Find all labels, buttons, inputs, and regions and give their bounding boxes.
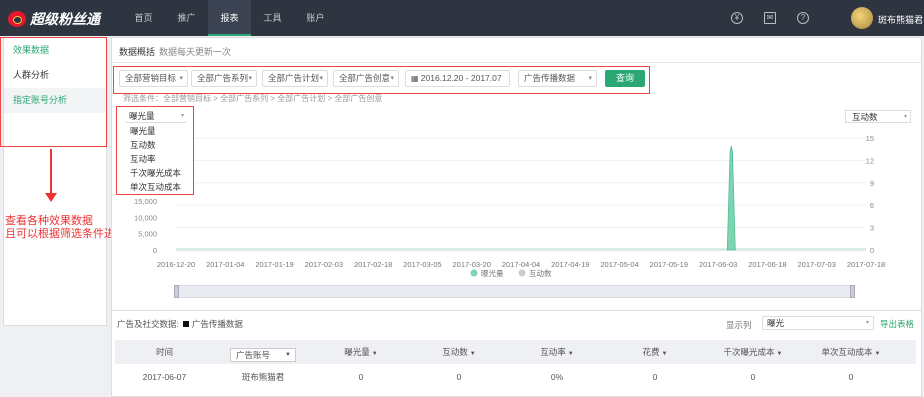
sort-icon: ▼ bbox=[469, 351, 476, 357]
x-tick-label: 2017-07-18 bbox=[847, 260, 885, 269]
y-right-tick-label: 3 bbox=[870, 224, 874, 233]
legend-label: 曝光量 bbox=[481, 268, 504, 278]
slider-handle-left[interactable] bbox=[174, 285, 179, 298]
columns-select[interactable]: 曝光 ▾ bbox=[762, 316, 874, 330]
x-tick-label: 2017-05-04 bbox=[600, 260, 638, 269]
sort-icon: ▼ bbox=[776, 351, 783, 357]
y-left-tick-label: 15,000 bbox=[134, 197, 157, 206]
metric-option-interactions[interactable]: 互动数 bbox=[126, 138, 192, 152]
x-tick-label: 2017-07-03 bbox=[798, 260, 836, 269]
y-right-tick-label: 15 bbox=[866, 134, 874, 143]
cell-cpm: 0 bbox=[750, 372, 756, 382]
col-header-impressions[interactable]: 曝光量 ▼ bbox=[312, 340, 410, 364]
chevron-down-icon: ▾ bbox=[903, 114, 907, 120]
table-label: 广告及社交数据: 广告传播数据 bbox=[117, 319, 243, 329]
export-table-link[interactable]: 导出表格 bbox=[880, 318, 914, 330]
legend-square-icon bbox=[182, 321, 189, 327]
col-header-cpm[interactable]: 千次曝光成本 ▼ bbox=[704, 340, 802, 364]
col-header-cpe[interactable]: 单次互动成本 ▼ bbox=[802, 340, 900, 364]
y-right-tick-label: 12 bbox=[866, 156, 874, 165]
sort-icon: ▼ bbox=[567, 351, 574, 357]
y-left-tick-label: 5,000 bbox=[138, 230, 157, 239]
x-tick-label: 2017-03-20 bbox=[453, 260, 491, 269]
x-tick-label: 2016-12-20 bbox=[157, 260, 195, 269]
x-tick-label: 2017-02-18 bbox=[354, 260, 392, 269]
x-tick-label: 2017-06-18 bbox=[748, 260, 786, 269]
x-tick-label: 2017-06-03 bbox=[699, 260, 737, 269]
chevron-down-icon: ▾ bbox=[865, 320, 869, 326]
metric-option-interaction-rate[interactable]: 互动率 bbox=[126, 152, 192, 166]
y-axis-left: 15,000 10,000 5,000 0 bbox=[134, 197, 157, 255]
slider-handle-right[interactable] bbox=[850, 285, 855, 298]
x-tick-label: 2017-02-03 bbox=[305, 260, 343, 269]
sort-icon: ▼ bbox=[371, 351, 378, 357]
y-axis-right: 15 12 9 6 3 0 bbox=[866, 134, 874, 255]
table-legend: 广告传播数据 bbox=[191, 319, 243, 329]
col-header-account[interactable]: 广告账号 ▼ bbox=[214, 340, 312, 364]
y-right-tick-label: 9 bbox=[870, 179, 874, 188]
cell-cpe: 0 bbox=[848, 372, 854, 382]
col-header-time: 时间 bbox=[155, 347, 173, 357]
y-left-tick-label: 0 bbox=[153, 246, 157, 255]
legend-label: 互动数 bbox=[529, 268, 552, 278]
table-header: 时间 广告账号 ▼ 曝光量 ▼ 互动数 ▼ 互动率 ▼ 花费 ▼ 千次曝光成本 ▼ 单次互动… bbox=[115, 340, 916, 364]
col-header-interaction-rate[interactable]: 互动率 ▼ bbox=[508, 340, 606, 364]
cell-interactions: 0 bbox=[456, 372, 462, 382]
x-tick-label: 2017-04-04 bbox=[502, 260, 540, 269]
x-tick-label: 2017-01-04 bbox=[206, 260, 244, 269]
legend-dot bbox=[470, 269, 478, 277]
sort-icon: ▼ bbox=[661, 351, 668, 357]
series-baseline bbox=[176, 248, 866, 250]
cell-interaction-rate: 0% bbox=[550, 372, 564, 382]
chart-grid bbox=[176, 137, 866, 251]
legend-dot bbox=[518, 269, 526, 277]
chart-legend: 曝光量 互动数 bbox=[470, 268, 552, 278]
chevron-down-icon: ▼ bbox=[285, 352, 291, 358]
cell-impressions: 0 bbox=[358, 372, 364, 382]
y-right-tick-label: 6 bbox=[870, 201, 874, 210]
metric-option-cpm[interactable]: 千次曝光成本 bbox=[126, 166, 192, 180]
cell-cost: 0 bbox=[652, 372, 658, 382]
chart-zoom-slider[interactable] bbox=[174, 285, 855, 298]
table-row: 2017-06-07 斑布熊猫君 0 0 0% 0 0 0 bbox=[115, 368, 916, 386]
chevron-down-icon: ▾ bbox=[180, 113, 184, 119]
metric-dropdown: 曝光量 互动数 互动率 千次曝光成本 单次互动成本 bbox=[126, 124, 192, 194]
metric-option-cpe[interactable]: 单次互动成本 bbox=[126, 180, 192, 194]
y-right-tick-label: 0 bbox=[870, 246, 874, 255]
chart-series bbox=[176, 145, 866, 251]
cell-time: 2017-06-07 bbox=[142, 372, 187, 382]
columns-label: 显示列 bbox=[726, 320, 752, 330]
x-tick-label: 2017-01-19 bbox=[255, 260, 293, 269]
metric-select[interactable]: 曝光量 ▾ bbox=[126, 110, 186, 123]
right-metric-select[interactable]: 互动数 ▾ bbox=[845, 110, 911, 123]
col-header-cost[interactable]: 花费 ▼ bbox=[606, 340, 704, 364]
x-tick-label: 2017-03-05 bbox=[403, 260, 441, 269]
y-left-tick-label: 10,000 bbox=[134, 213, 157, 222]
x-tick-label: 2017-05-19 bbox=[650, 260, 688, 269]
metric-option-impressions[interactable]: 曝光量 bbox=[126, 124, 192, 138]
col-header-interactions[interactable]: 互动数 ▼ bbox=[410, 340, 508, 364]
series-peak-impressions bbox=[726, 145, 736, 251]
x-axis: 2016-12-20 2017-01-04 2017-01-19 2017-02-03… bbox=[157, 249, 885, 269]
x-tick-label: 2017-04-19 bbox=[551, 260, 589, 269]
cell-account: 斑布熊猫君 bbox=[241, 372, 285, 382]
sort-icon: ▼ bbox=[874, 351, 881, 357]
